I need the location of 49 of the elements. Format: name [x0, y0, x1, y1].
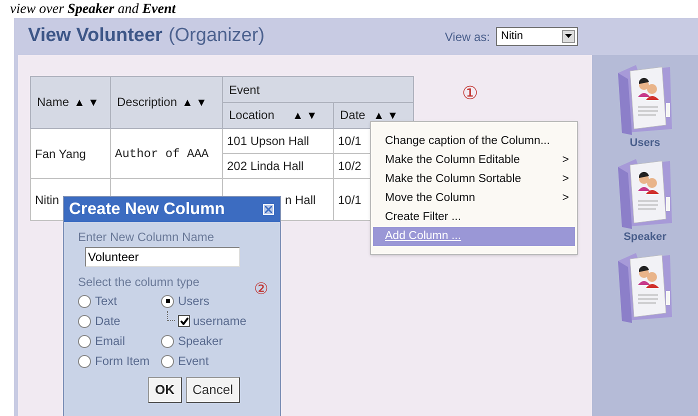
radio-label: Users [178, 293, 210, 310]
view-as-label: View as: [444, 28, 490, 46]
table-cell: Fan Yang [35, 146, 86, 160]
column-header[interactable]: Name ▲ ▼ [30, 76, 110, 128]
menu-item[interactable]: Make the Column Sortable > [373, 170, 575, 189]
caption-text: view over Speaker and Event [10, 2, 176, 18]
radio-label: Event [178, 353, 209, 370]
checkbox-label: username [193, 313, 246, 330]
view-as-select[interactable]: Nitin [496, 27, 578, 46]
field-label: Select the column type [78, 275, 200, 289]
radio-label: Speaker [178, 333, 223, 350]
menu-item[interactable]: Make the Column Editable > [373, 151, 575, 170]
table-cell: Author of AAA [115, 146, 209, 160]
menu-item[interactable]: Change caption of the Column... [373, 132, 575, 151]
table-cell: 10/1 [338, 134, 362, 148]
tree-line [167, 311, 175, 321]
radio-label: Email [95, 333, 126, 350]
close-icon[interactable] [263, 204, 274, 215]
column-header[interactable]: Location ▲ ▼ [222, 102, 334, 128]
column-header[interactable]: Description ▲ ▼ [110, 76, 222, 128]
radio-label: Form Item [95, 353, 150, 370]
checkbox[interactable] [178, 315, 190, 327]
table-cell: n Hall [285, 192, 316, 206]
ok-button[interactable]: OK [148, 377, 182, 403]
radio-label: Text [95, 293, 118, 310]
menu-item[interactable]: Move the Column > [373, 189, 575, 208]
table-cell: 101 Upson Hall [227, 134, 310, 148]
radio-label: Date [95, 313, 120, 330]
radio-button[interactable] [161, 354, 174, 368]
table-cell: 202 Linda Hall [227, 159, 304, 173]
menu-item[interactable]: Create Filter ... [373, 208, 575, 227]
radio-button[interactable] [78, 314, 91, 328]
step-marker: ① [462, 82, 478, 106]
cancel-button[interactable]: Cancel [186, 377, 240, 403]
group-header: Event [222, 76, 414, 102]
radio-button[interactable] [161, 294, 174, 308]
radio-button[interactable] [161, 334, 174, 348]
table-cell: 10/1 [338, 192, 362, 206]
table-cell: 10/2 [338, 159, 362, 173]
radio-button[interactable] [78, 354, 91, 368]
radio-button[interactable] [78, 294, 91, 308]
radio-button[interactable] [78, 334, 91, 348]
table-cell: Nitin [35, 192, 60, 206]
field-label: Enter New Column Name [78, 230, 216, 244]
column-name-field[interactable]: Volunteer [85, 247, 240, 267]
step-marker: ② [254, 278, 268, 300]
page-title: View Volunteer [28, 24, 162, 48]
dialog-title: Create New Column [69, 199, 225, 220]
page-subtitle: (Organizer) [168, 24, 265, 48]
